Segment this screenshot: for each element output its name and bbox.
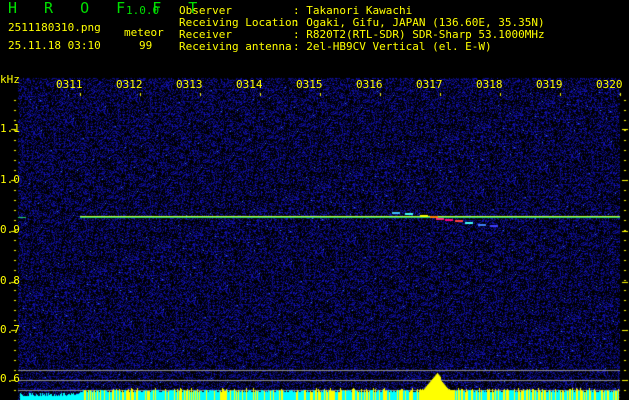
spectrogram <box>0 0 629 400</box>
x-tick-label: 0314 <box>236 78 263 91</box>
y-tick-label: 0.7 <box>0 323 20 336</box>
x-tick-label: 0318 <box>476 78 503 91</box>
app-title: H R O F F T <box>8 0 207 17</box>
datetime: 25.11.18 03:10 <box>8 39 101 52</box>
x-tick-label: 0320 <box>596 78 623 91</box>
y-tick-label: 1.1 <box>0 122 20 135</box>
app-version: 1.0.0 <box>126 4 160 17</box>
y-tick-label: 0.9 <box>0 223 20 236</box>
meteor-count: 99 <box>139 39 153 52</box>
hrofft-window: H R O F F T 1.0.0 2511180310.png 25.11.1… <box>0 0 629 400</box>
x-tick-label: 0313 <box>176 78 203 91</box>
x-tick-label: 0312 <box>116 78 143 91</box>
y-unit-label: kHz <box>0 73 20 86</box>
meteor-label: meteor <box>124 26 164 39</box>
y-tick-label: 0.6 <box>0 372 20 385</box>
x-tick-label: 0319 <box>536 78 563 91</box>
info-value-antenna: : 2el-HB9CV Vertical (el. E-W) <box>293 40 492 53</box>
x-tick-label: 0317 <box>416 78 443 91</box>
info-label-antenna: Receiving antenna <box>179 40 292 53</box>
x-tick-label: 0311 <box>56 78 83 91</box>
x-tick-label: 0315 <box>296 78 323 91</box>
x-tick-label: 0316 <box>356 78 383 91</box>
y-tick-label: 1.0 <box>0 173 20 186</box>
y-tick-label: 0.8 <box>0 274 20 287</box>
filename: 2511180310.png <box>8 21 101 34</box>
